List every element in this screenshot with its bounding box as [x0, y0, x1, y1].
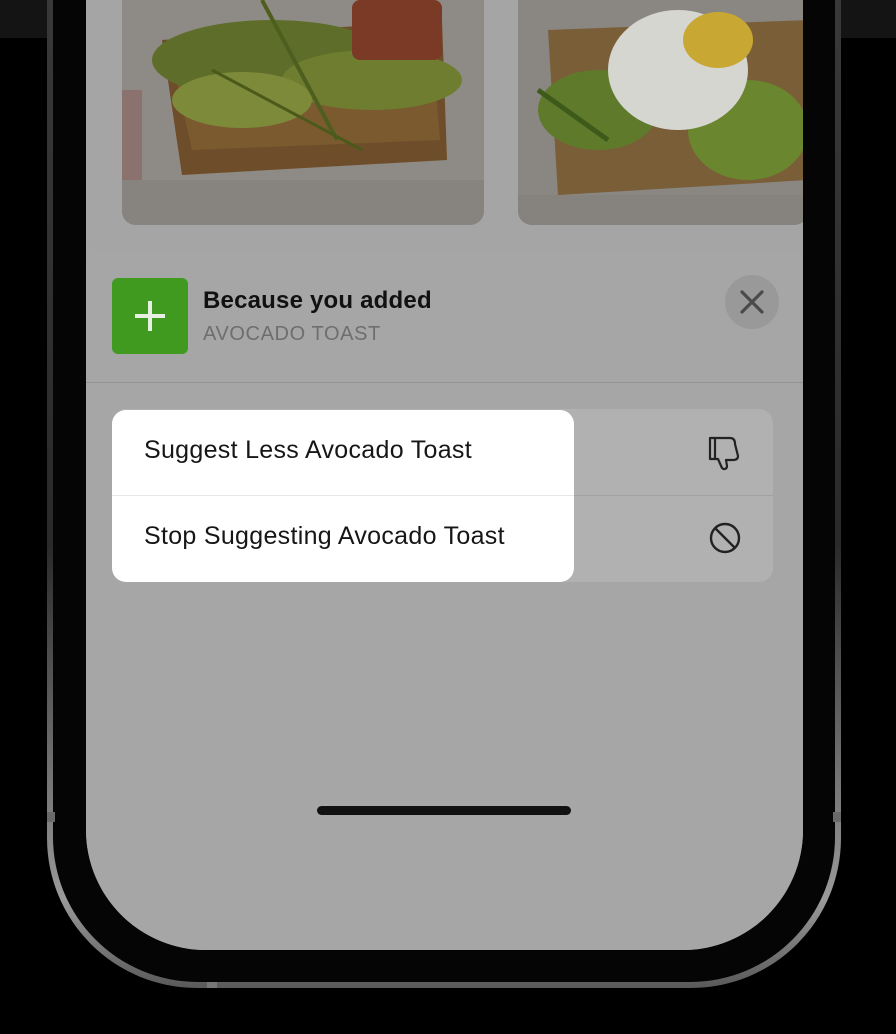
plus-icon: [112, 278, 188, 354]
home-indicator[interactable]: [317, 806, 571, 815]
menu-item-stop-suggesting[interactable]: Stop Suggesting Avocado Toast: [112, 496, 574, 582]
device-screenshot: Because you added AVOCADO TOAST Suggest …: [0, 0, 896, 1034]
frame-antenna-line-left: [47, 812, 55, 822]
avocado-toast-photo: [122, 0, 484, 225]
close-button[interactable]: [725, 275, 779, 329]
frame-antenna-line-bottom: [207, 982, 217, 988]
context-menu: Suggest Less Avocado Toast Stop Suggesti…: [112, 410, 574, 582]
thumbs-down-icon: [708, 436, 740, 471]
menu-item-label: Suggest Less Avocado Toast: [144, 436, 472, 464]
close-icon: [740, 290, 764, 314]
suggestion-sheet: Because you added AVOCADO TOAST: [86, 250, 803, 950]
poached-egg-toast-photo: [518, 0, 803, 225]
sheet-title: Because you added: [203, 287, 432, 314]
menu-item-suggest-less[interactable]: Suggest Less Avocado Toast: [112, 410, 574, 496]
menu-item-label: Stop Suggesting Avocado Toast: [144, 522, 505, 550]
prohibit-icon: [709, 522, 741, 554]
sheet-subtitle: AVOCADO TOAST: [203, 323, 381, 345]
frame-antenna-line-right: [833, 812, 841, 822]
sheet-header: Because you added AVOCADO TOAST: [86, 250, 803, 383]
